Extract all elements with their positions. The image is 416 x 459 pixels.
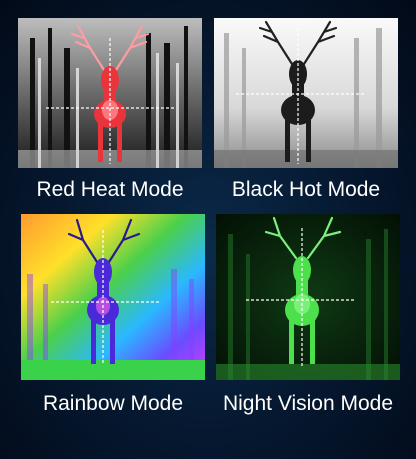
rainbow-image <box>21 214 205 380</box>
rainbow-scene <box>21 214 205 380</box>
night-vision-scene <box>216 214 400 380</box>
rainbow-label: Rainbow Mode <box>42 392 184 415</box>
black-hot-image <box>214 18 398 168</box>
red-heat-label: Red Heat Mode <box>36 178 184 201</box>
black-hot-label: Black Hot Mode <box>231 178 381 201</box>
red-heat-image <box>18 18 202 168</box>
night-vision-image <box>216 214 400 380</box>
night-vision-label: Night Vision Mode <box>222 392 394 415</box>
black-hot-scene <box>214 18 398 168</box>
red-heat-scene <box>18 18 202 168</box>
